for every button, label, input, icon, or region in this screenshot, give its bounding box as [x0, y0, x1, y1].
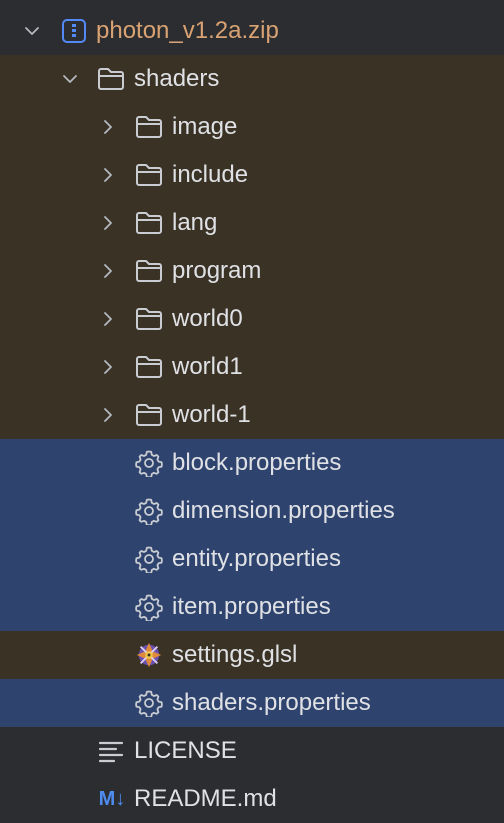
gear-icon — [135, 689, 163, 717]
folder-icon — [135, 401, 163, 429]
folder-icon — [135, 209, 163, 237]
tree-node-file[interactable]: block.properties — [0, 439, 504, 487]
gear-icon — [135, 545, 163, 573]
tree-node-label: image — [172, 113, 238, 140]
folder-icon — [97, 65, 125, 93]
tree-node-file[interactable]: settings.glsl — [0, 631, 504, 679]
folder-icon — [135, 113, 163, 141]
tree-node-folder[interactable]: program — [0, 247, 504, 295]
tree-node-file[interactable]: LICENSE — [0, 727, 504, 775]
tree-node-label: shaders.properties — [172, 689, 371, 716]
tree-node-folder[interactable]: world0 — [0, 295, 504, 343]
chevron-right-icon[interactable] — [100, 311, 116, 327]
tree-node-label: item.properties — [172, 593, 331, 620]
tree-node-folder[interactable]: lang — [0, 199, 504, 247]
tree-node-label: lang — [172, 209, 218, 236]
archive-icon — [60, 17, 88, 45]
tree-node-folder[interactable]: image — [0, 103, 504, 151]
tree-node-file[interactable]: entity.properties — [0, 535, 504, 583]
folder-icon — [135, 161, 163, 189]
chevron-right-icon[interactable] — [100, 407, 116, 423]
tree-node-folder[interactable]: include — [0, 151, 504, 199]
gear-icon — [135, 449, 163, 477]
tree-node-label: README.md — [134, 785, 277, 812]
tree-node-label: world0 — [172, 305, 243, 332]
folder-icon — [135, 305, 163, 333]
tree-node-label: world-1 — [172, 401, 251, 428]
tree-node-label: LICENSE — [134, 737, 237, 764]
tree-node-file[interactable]: item.properties — [0, 583, 504, 631]
tree-node-file[interactable]: shaders.properties — [0, 679, 504, 727]
tree-node-label: world1 — [172, 353, 243, 380]
tree-node-label: program — [172, 257, 262, 284]
tree-node-folder-shaders[interactable]: shaders — [0, 55, 504, 103]
tree-node-label: settings.glsl — [172, 641, 298, 668]
chevron-right-icon[interactable] — [100, 215, 116, 231]
chevron-right-icon[interactable] — [100, 263, 116, 279]
tree-node-label: block.properties — [172, 449, 342, 476]
tree-node-folder[interactable]: world-1 — [0, 391, 504, 439]
tree-node-label: photon_v1.2a.zip — [96, 17, 279, 44]
chevron-right-icon[interactable] — [100, 167, 116, 183]
gear-icon — [135, 593, 163, 621]
tree-node-file[interactable]: dimension.properties — [0, 487, 504, 535]
folder-icon — [135, 353, 163, 381]
chevron-right-icon[interactable] — [100, 119, 116, 135]
text-lines-icon — [97, 737, 125, 765]
chevron-down-icon[interactable] — [24, 23, 40, 39]
tree-node-archive[interactable]: photon_v1.2a.zip — [0, 7, 504, 55]
tree-node-file[interactable]: M↓ README.md — [0, 775, 504, 823]
tree-node-label: include — [172, 161, 249, 188]
tree-node-label: entity.properties — [172, 545, 341, 572]
markdown-icon: M↓ — [98, 787, 126, 810]
gear-icon — [135, 497, 163, 525]
folder-icon — [135, 257, 163, 285]
project-tree: photon_v1.2a.zip shaders image include l… — [0, 0, 504, 823]
tree-node-label: shaders — [134, 65, 220, 92]
chevron-down-icon[interactable] — [62, 71, 78, 87]
chevron-right-icon[interactable] — [100, 359, 116, 375]
tree-node-label: dimension.properties — [172, 497, 395, 524]
glsl-shader-icon — [135, 641, 163, 669]
tree-node-folder[interactable]: world1 — [0, 343, 504, 391]
